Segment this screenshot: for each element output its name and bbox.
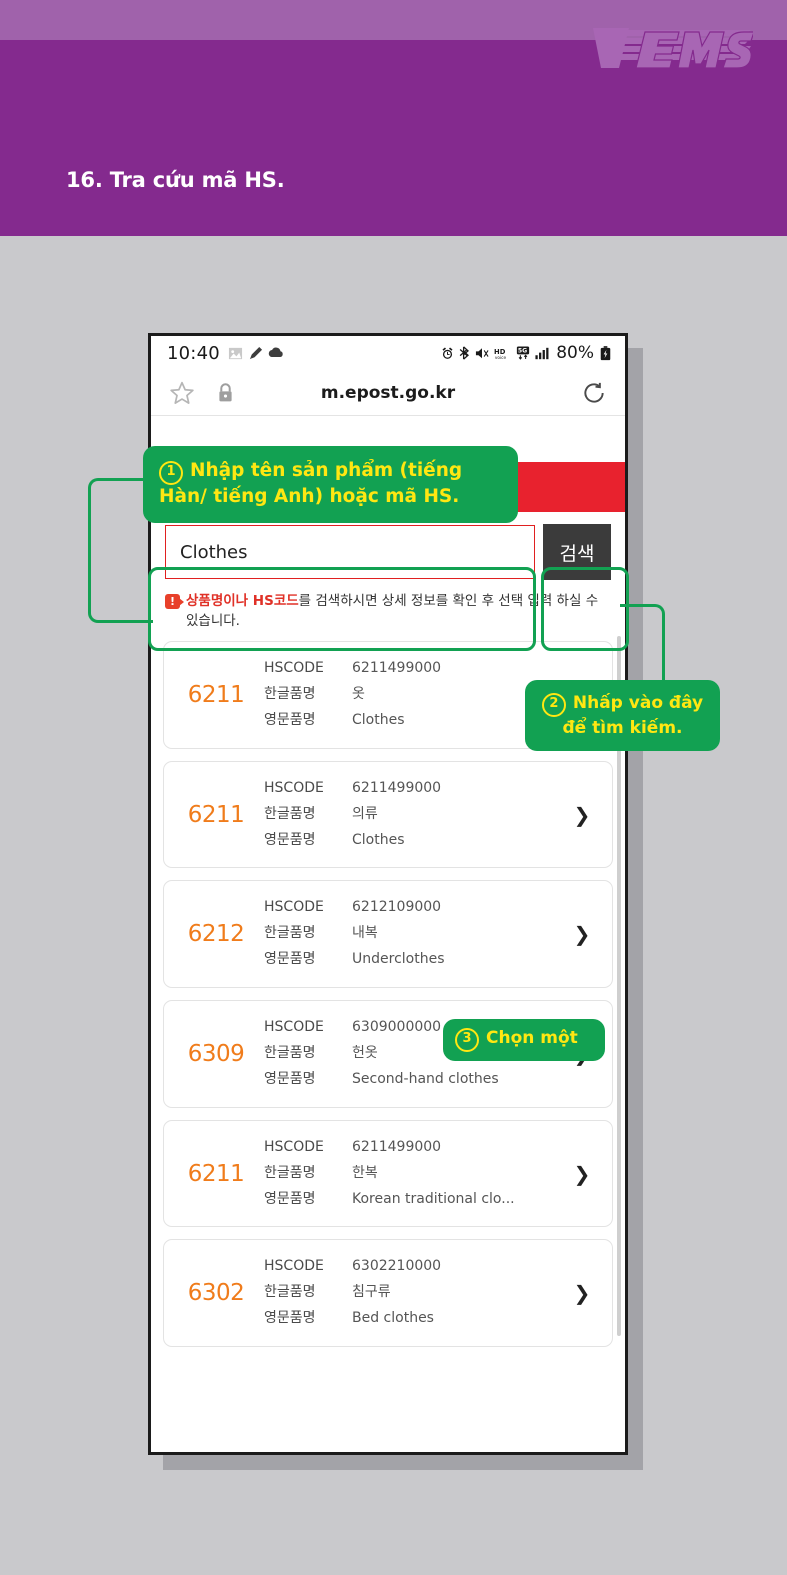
value-english: Clothes [352, 711, 405, 728]
label-english: 영문품명 [264, 831, 316, 848]
label-english: 영문품명 [264, 711, 316, 728]
value-english: Clothes [352, 831, 405, 848]
status-time: 10:40 [167, 342, 220, 364]
lock-icon[interactable] [217, 382, 234, 403]
label-hscode: HSCODE [264, 1019, 324, 1036]
hd-voice-icon: HD voice [494, 347, 507, 360]
callout-1-connector-bottom [88, 530, 153, 623]
value-english: Korean traditional clo... [352, 1190, 515, 1207]
svg-text:voice: voice [495, 355, 507, 360]
result-fields: HSCODE 6211499000 한글품명 옷 영문품명 Clothes [264, 656, 562, 734]
status-bar: 10:40 HD voice 5G 80% [151, 336, 625, 370]
result-fields: HSCODE 6212109000 한글품명 내복 영문품명 Underclothes [264, 895, 562, 973]
reload-icon[interactable] [581, 380, 607, 406]
label-korean: 한글품명 [264, 686, 316, 703]
battery-icon [600, 345, 611, 360]
table-row[interactable]: 6211 HSCODE 6211499000 한글품명 의류 영문품명 Clothes… [163, 760, 613, 869]
result-code: 6211 [187, 681, 245, 708]
result-code: 6212 [187, 921, 245, 948]
result-fields: HSCODE 6211499000 한글품명 한복 영문품명 Korean tradi… [264, 1135, 562, 1213]
status-right-icons: HD voice 5G 80% [441, 343, 611, 363]
ems-logo [593, 28, 753, 69]
value-korean: 의류 [352, 805, 378, 822]
search-button-highlight [541, 567, 629, 651]
table-row[interactable]: 6212 HSCODE 6212109000 한글품명 내복 영문품명 Undercl… [163, 880, 613, 989]
label-hscode: HSCODE [264, 899, 324, 916]
result-code: 6211 [187, 1160, 245, 1187]
value-korean: 침구류 [352, 1284, 391, 1301]
star-icon[interactable] [169, 380, 195, 406]
value-hscode: 6302210000 [352, 1258, 442, 1275]
label-korean: 한글품명 [264, 925, 316, 942]
5g-icon: 5G [517, 346, 530, 360]
value-english: Second-hand clothes [352, 1070, 499, 1087]
callout-2-number: 2 [541, 693, 566, 717]
cloud-icon [268, 347, 283, 357]
callout-3-text: Chọn một [486, 1028, 578, 1048]
result-code: 6309 [187, 1040, 245, 1067]
image-icon [228, 347, 242, 359]
page-title: 16. Tra cứu mã HS. [66, 168, 285, 192]
value-hscode: 6211499000 [352, 779, 442, 796]
value-korean: 내복 [352, 925, 378, 942]
bluetooth-icon [459, 346, 470, 360]
result-code: 6302 [187, 1280, 245, 1307]
label-english: 영문품명 [264, 1070, 316, 1087]
battery-percent: 80% [556, 343, 594, 363]
label-hscode: HSCODE [264, 660, 324, 677]
value-korean: 한복 [352, 1164, 378, 1181]
label-korean: 한글품명 [264, 805, 316, 822]
value-hscode: 6212109000 [352, 899, 442, 916]
callout-1-number: 1 [159, 461, 183, 485]
value-hscode: 6309000000 [352, 1019, 442, 1036]
svg-text:HD: HD [494, 347, 506, 355]
value-korean: 옷 [352, 686, 365, 703]
label-english: 영문품명 [264, 1190, 316, 1207]
alarm-icon [442, 346, 453, 359]
value-english: Bed clothes [352, 1310, 434, 1327]
label-korean: 한글품명 [264, 1045, 316, 1062]
label-hscode: HSCODE [264, 779, 324, 796]
label-korean: 한글품명 [264, 1284, 316, 1301]
chevron-right-icon[interactable]: ❯ [562, 1162, 602, 1186]
chevron-right-icon[interactable]: ❯ [562, 803, 602, 827]
callout-2-text: Nhấp vào đây để tìm kiếm. [562, 693, 704, 738]
value-hscode: 6211499000 [352, 1138, 442, 1155]
value-hscode: 6211499000 [352, 660, 442, 677]
browser-bar: m.epost.go.kr [151, 370, 625, 416]
status-left-icons [228, 346, 284, 361]
table-row[interactable]: 6302 HSCODE 6302210000 한글품명 침구류 영문품명 Bed cl… [163, 1239, 613, 1348]
callout-2: 2 Nhấp vào đây để tìm kiếm. [525, 680, 720, 752]
table-row[interactable]: 6211 HSCODE 6211499000 한글품명 한복 영문품명 Korean … [163, 1119, 613, 1228]
result-fields: HSCODE 6302210000 한글품명 침구류 영문품명 Bed clothes [264, 1254, 562, 1332]
label-english: 영문품명 [264, 1310, 316, 1327]
result-code: 6211 [187, 801, 245, 828]
chevron-right-icon[interactable]: ❯ [562, 922, 602, 946]
callout-1-text: Nhập tên sản phẩm (tiếng Hàn/ tiếng Anh)… [159, 460, 463, 507]
label-english: 영문품명 [264, 951, 316, 968]
chevron-right-icon[interactable]: ❯ [562, 1281, 602, 1305]
label-hscode: HSCODE [264, 1258, 324, 1275]
value-korean: 헌옷 [352, 1045, 378, 1062]
callout-3: 3 Chọn một [443, 1019, 605, 1061]
result-fields: HSCODE 6211499000 한글품명 의류 영문품명 Clothes [264, 776, 562, 854]
callout-3-number: 3 [455, 1028, 479, 1052]
label-hscode: HSCODE [264, 1138, 324, 1155]
search-input-highlight [148, 567, 536, 651]
label-korean: 한글품명 [264, 1164, 316, 1181]
svg-text:5G: 5G [518, 348, 527, 355]
signal-icon [535, 347, 549, 359]
callout-1: 1 Nhập tên sản phẩm (tiếng Hàn/ tiếng Anh… [143, 446, 518, 523]
mute-icon [476, 347, 489, 358]
pen-icon [249, 346, 262, 359]
value-english: Underclothes [352, 951, 445, 968]
